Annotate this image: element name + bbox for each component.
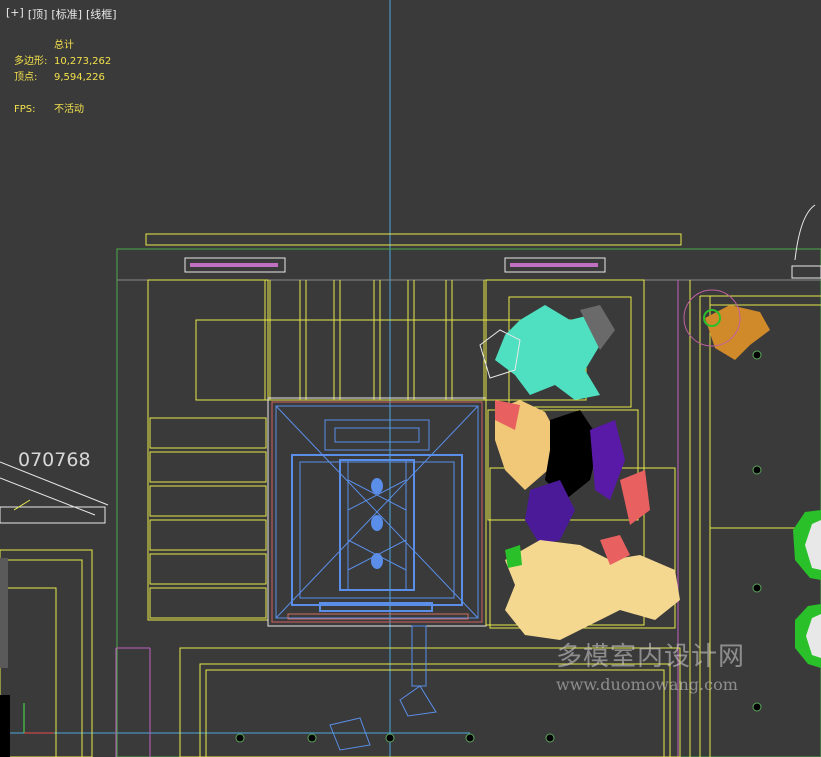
fps-value: 不活动 (54, 104, 84, 115)
vertices-label: 顶点: (14, 72, 38, 83)
viewport-style-menu[interactable]: [线框] (86, 6, 117, 22)
plant-cluster (479, 289, 770, 640)
scene-object-label: 070768 (18, 449, 91, 471)
viewport-plus-menu[interactable]: [+] (6, 6, 24, 22)
left-object (0, 461, 109, 524)
light-fixture-left (184, 257, 286, 273)
axis-gizmo (23, 703, 54, 734)
statistics-overlay: 总计 多边形: 10,273,262 顶点: 9,594,226 FPS: 不活… (14, 38, 111, 118)
polygons-value: 10,273,262 (54, 56, 112, 67)
stats-title: 总计 (54, 40, 74, 51)
fps-label: FPS: (14, 104, 36, 115)
polygons-label: 多边形: (14, 56, 48, 67)
viewport-view-menu[interactable]: [顶] (28, 6, 48, 22)
viewport-label-menu: [+] [顶] [标准] [线框] (6, 6, 117, 22)
viewport-top[interactable]: [+] [顶] [标准] [线框] 总计 多边形: 10,273,262 顶点:… (0, 0, 821, 757)
watermark-url: www.duomowang.com (556, 675, 738, 694)
vertices-value: 9,594,226 (54, 72, 105, 83)
viewport-shading-menu[interactable]: [标准] (51, 6, 82, 22)
green-chairs (793, 510, 821, 668)
central-unit (267, 397, 487, 627)
watermark-title: 多模室内设计网 (556, 642, 746, 672)
light-fixture-right (504, 257, 606, 273)
